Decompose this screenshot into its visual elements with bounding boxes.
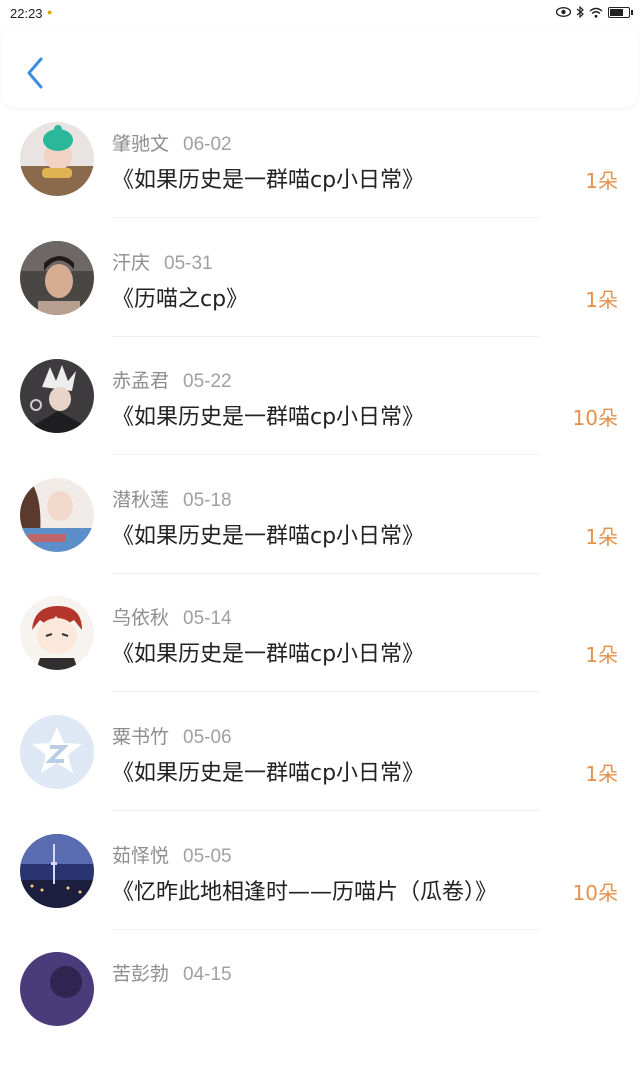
user-meta: 赤孟君 05-22 [112,366,232,393]
user-meta: 肇驰文 06-02 [112,129,232,156]
divider [112,454,540,456]
work-title[interactable]: 《历喵之cp》 [112,281,248,313]
date: 05-31 [164,252,213,274]
user-meta: 苦彭勃 04-15 [112,959,232,986]
date: 05-14 [183,608,232,630]
divider [112,217,540,218]
username: 肇驰文 [112,133,170,155]
status-time: 22:23 [10,6,43,21]
work-title[interactable]: 《如果历史是一群喵cp小日常》 [112,162,424,194]
username: 粟书竹 [112,725,170,748]
flower-count: 10朵 [572,880,618,905]
gift-record-list: 肇驰文 06-02 《如果历史是一群喵cp小日常》 1朵 汗庆 05-31 《历喵之… [0,120,640,1069]
divider [112,928,540,930]
battery-icon [608,6,633,18]
status-icons [556,6,633,18]
work-title[interactable]: 《如果历史是一群喵cp小日常》 [112,518,424,550]
date: 05-22 [183,371,232,393]
bluetooth-icon [576,6,584,18]
flower-count: 1朵 [585,287,618,312]
user-meta: 茹怿悦 05-05 [112,841,232,868]
flower-count: 1朵 [585,169,618,193]
user-meta: 乌依秋 05-14 [112,603,232,630]
date: 05-18 [183,489,232,511]
chevron-left-icon [27,57,43,89]
notification-dot-icon: ● [47,7,53,17]
list-item[interactable]: 肇驰文 06-02 《如果历史是一群喵cp小日常》 1朵 [0,120,640,239]
eye-icon [556,7,571,17]
flower-count: 1朵 [585,761,618,786]
avatar[interactable] [20,833,94,908]
list-item[interactable]: 茹怿悦 05-05 《忆昨此地相逢时——历喵片（瓜卷）》 10朵 [0,832,640,951]
list-item[interactable]: 苦彭勃 04-15 [0,950,640,1069]
list-item[interactable]: 潜秋莲 05-18 《如果历史是一群喵cp小日常》 1朵 [0,476,640,595]
work-title[interactable]: 《如果历史是一群喵cp小日常》 [112,755,424,787]
username: 汗庆 [112,251,151,274]
divider [112,691,540,693]
back-button[interactable] [22,56,50,90]
date: 05-06 [183,726,232,748]
date: 05-05 [183,845,232,867]
flower-count: 1朵 [585,643,618,668]
list-item[interactable]: 汗庆 05-31 《历喵之cp》 1朵 [0,239,640,358]
avatar[interactable] [20,122,94,196]
wifi-icon [589,7,603,18]
divider [112,809,540,811]
username: 茹怿悦 [112,844,170,867]
work-title[interactable]: 《如果历史是一群喵cp小日常》 [112,636,424,668]
avatar[interactable] [20,359,94,434]
username: 潜秋莲 [112,488,170,511]
flower-count: 10朵 [572,406,618,431]
navigation-bar [2,32,638,108]
work-title[interactable]: 《忆昨此地相逢时——历喵片（瓜卷）》 [112,874,497,906]
user-meta: 汗庆 05-31 [112,248,213,275]
date: 04-15 [183,964,232,986]
date: 06-02 [183,134,232,155]
list-item[interactable]: 乌依秋 05-14 《如果历史是一群喵cp小日常》 1朵 [0,594,640,713]
divider [112,335,540,337]
avatar[interactable] [20,596,94,671]
username: 苦彭勃 [112,963,170,986]
avatar[interactable] [20,240,94,315]
status-bar: 22:23 ● [0,0,640,28]
avatar[interactable] [20,952,94,1027]
list-item[interactable]: 赤孟君 05-22 《如果历史是一群喵cp小日常》 10朵 [0,357,640,476]
user-meta: 粟书竹 05-06 [112,722,232,749]
user-meta: 潜秋莲 05-18 [112,485,232,512]
username: 赤孟君 [112,370,170,393]
divider [112,572,540,574]
flower-count: 1朵 [585,524,618,549]
avatar[interactable] [20,477,94,552]
list-item[interactable]: 粟书竹 05-06 《如果历史是一群喵cp小日常》 1朵 [0,713,640,832]
avatar[interactable] [20,714,94,789]
work-title[interactable]: 《如果历史是一群喵cp小日常》 [112,399,424,431]
username: 乌依秋 [112,607,170,630]
